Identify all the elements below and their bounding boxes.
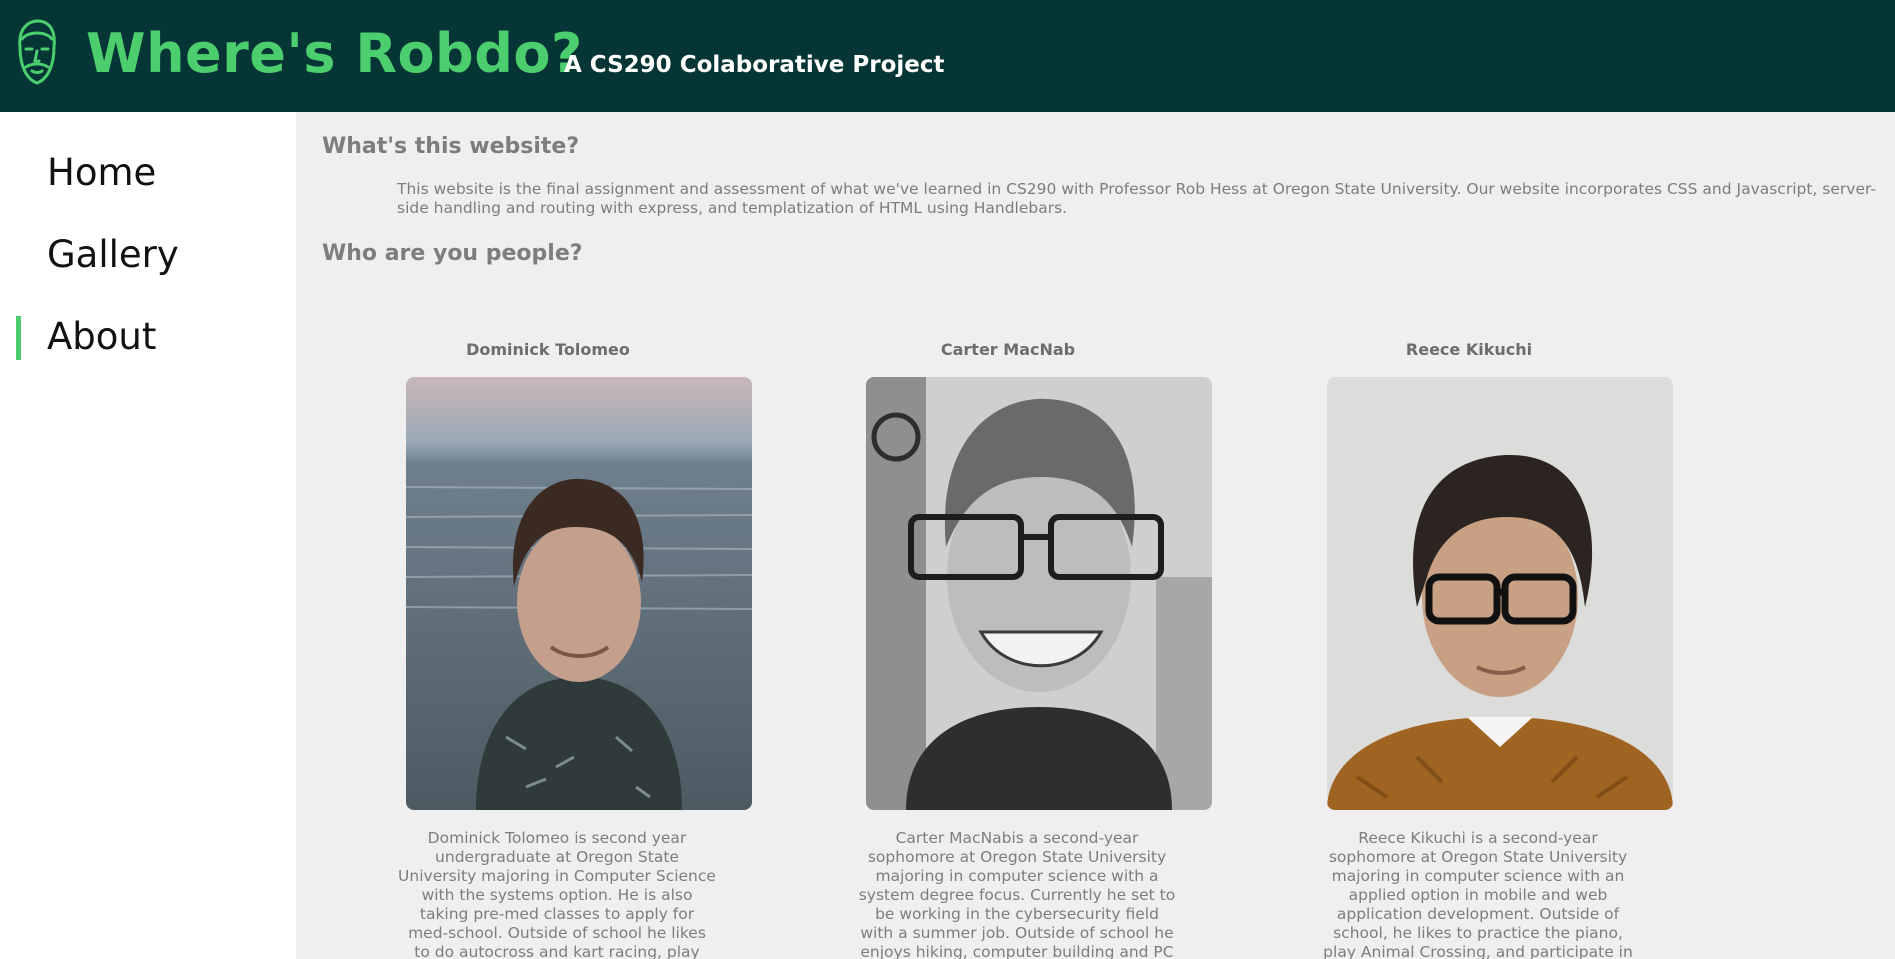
sidebar-item-about[interactable]: About: [47, 314, 156, 360]
people-heading: Who are you people?: [322, 241, 583, 266]
person-bio: Reece Kikuchi is a second-year sophomore…: [1323, 829, 1633, 959]
intro-text: This website is the final assignment and…: [397, 180, 1876, 217]
person-photo: [1327, 377, 1673, 810]
sidebar-item-home[interactable]: Home: [47, 150, 156, 196]
sidebar-nav: Home Gallery About: [0, 112, 296, 959]
person-name: Carter MacNab: [940, 340, 1076, 359]
sidebar-item-gallery[interactable]: Gallery: [47, 232, 179, 278]
person-photo: [866, 377, 1212, 810]
site-subtitle: A CS290 Colaborative Project: [564, 52, 945, 78]
person-name: Reece Kikuchi: [1405, 340, 1533, 359]
person-bio: Dominick Tolomeo is second year undergra…: [398, 829, 716, 959]
main-content: What's this website? This website is the…: [296, 112, 1895, 959]
intro-heading: What's this website?: [322, 134, 580, 159]
person-bio: Carter MacNabis a second-year sophomore …: [858, 829, 1176, 959]
person-photo: [406, 377, 752, 810]
person-name: Dominick Tolomeo: [466, 340, 630, 359]
active-indicator: [16, 316, 21, 360]
bearded-face-icon[interactable]: [12, 17, 62, 87]
site-header: Where's Robdo? A CS290 Colaborative Proj…: [0, 0, 1895, 112]
site-title[interactable]: Where's Robdo?: [86, 18, 583, 90]
